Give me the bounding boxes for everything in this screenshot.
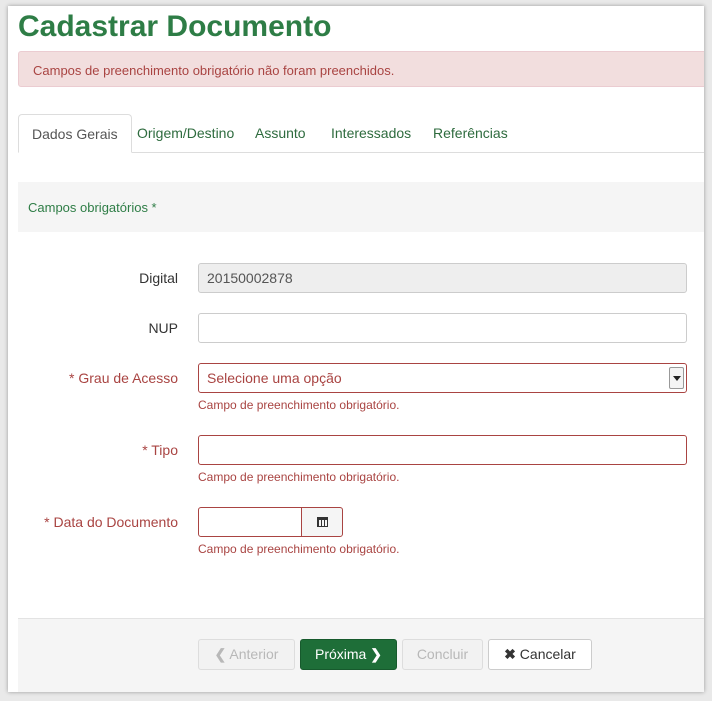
form-footer: ❮ Anterior Próxima ❯ Concluir ✖ Cancelar <box>18 618 704 692</box>
anterior-label: Anterior <box>229 646 279 662</box>
proxima-button[interactable]: Próxima ❯ <box>300 639 397 670</box>
digital-label: Digital <box>139 270 178 286</box>
alert-message: Campos de preenchimento obrigatório não … <box>33 63 395 78</box>
calendar-button[interactable] <box>301 507 343 537</box>
tab-dados-gerais[interactable]: Dados Gerais <box>18 114 132 153</box>
tab-bar: Dados Gerais Origem/Destino Assunto Inte… <box>18 114 704 153</box>
nup-label: NUP <box>148 320 178 336</box>
required-fields-banner: Campos obrigatórios * <box>18 182 704 232</box>
concluir-label: Concluir <box>416 646 469 662</box>
nup-field[interactable] <box>198 313 687 343</box>
tab-assunto[interactable]: Assunto <box>242 114 319 152</box>
grau-acesso-help: Campo de preenchimento obrigatório. <box>198 398 400 412</box>
times-icon: ✖ <box>504 646 516 662</box>
chevron-down-icon[interactable] <box>669 367 684 389</box>
data-documento-field[interactable] <box>198 507 302 537</box>
tipo-help: Campo de preenchimento obrigatório. <box>198 470 400 484</box>
anterior-button[interactable]: ❮ Anterior <box>198 639 295 670</box>
tipo-label: * Tipo <box>142 442 178 458</box>
data-documento-label: * Data do Documento <box>44 514 178 530</box>
cancelar-button[interactable]: ✖ Cancelar <box>488 639 592 670</box>
chevron-left-icon: ❮ <box>214 646 227 662</box>
tab-origem-destino[interactable]: Origem/Destino <box>124 114 247 152</box>
chevron-right-icon: ❯ <box>370 646 382 662</box>
concluir-button[interactable]: Concluir <box>402 639 483 670</box>
error-alert: Campos de preenchimento obrigatório não … <box>18 51 704 87</box>
tab-interessados[interactable]: Interessados <box>318 114 424 152</box>
data-documento-help: Campo de preenchimento obrigatório. <box>198 542 400 556</box>
required-note: Campos obrigatórios * <box>28 200 157 215</box>
app-window: Cadastrar Documento Campos de preenchime… <box>8 6 704 692</box>
grau-acesso-select[interactable]: Selecione uma opção <box>198 363 687 393</box>
digital-field: 20150002878 <box>198 263 687 293</box>
proxima-label: Próxima <box>315 646 367 662</box>
grau-acesso-label: * Grau de Acesso <box>69 370 178 386</box>
cancelar-label: Cancelar <box>519 646 576 662</box>
page-title: Cadastrar Documento <box>18 10 332 43</box>
grau-acesso-selected: Selecione uma opção <box>207 370 342 386</box>
tipo-field[interactable] <box>198 435 687 465</box>
calendar-icon <box>317 517 328 527</box>
tab-referencias[interactable]: Referências <box>420 114 521 152</box>
